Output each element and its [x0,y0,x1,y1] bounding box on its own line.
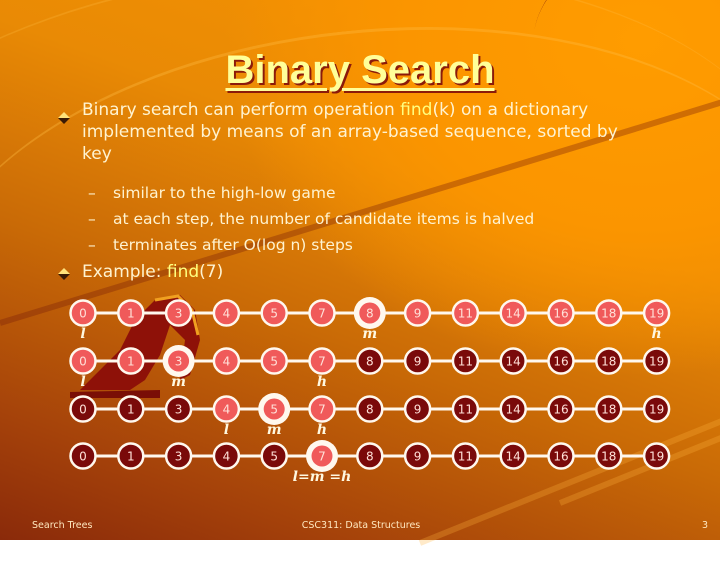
array-row: 0 1 3 4 5 7 8 9 11 14 16 18 19 l m h [69,345,671,390]
array-cell-value: 3 [175,403,183,417]
array-row: 0 1 3 4 5 7 8 9 11 14 16 18 19 l=m =h [69,440,671,485]
array-cell-value: 18 [601,355,616,369]
pointer-label: l [224,422,229,438]
array-cell-value: 14 [506,403,521,417]
array-cell-value: 7 [318,307,326,321]
array-cell-value: 18 [601,403,616,417]
array-cell-value: 9 [414,307,422,321]
array-row: 0 1 3 4 5 7 8 9 11 14 16 18 19 l m h [69,393,671,438]
array-cell-value: 8 [366,450,374,464]
footer-center: CSC311: Data Structures [301,520,421,531]
pointer-label: h [317,422,327,438]
array-cell-value: 1 [127,307,135,321]
array-cell-value: 4 [223,355,231,369]
array-cell-value: 3 [175,307,183,321]
array-cell-value: 11 [458,450,473,464]
array-cell-value: 4 [223,403,231,417]
binary-search-diagram: 0 1 3 4 5 7 8 9 11 14 16 18 19l m h0 1 3 4 5 7 8 9 11 14 16 18 19l… [69,297,671,485]
array-cell-value: 18 [601,307,616,321]
array-cell-value: 5 [270,403,278,417]
pointer-label: m [267,422,282,438]
pointer-label: m [362,326,377,342]
array-cell-value: 19 [649,307,664,321]
array-cell-value: 4 [223,307,231,321]
pointer-label: m [171,374,186,390]
array-cell-value: 5 [270,450,278,464]
pointer-label: h [652,326,662,342]
pointer-label: l [80,326,85,342]
array-cell-value: 19 [649,403,664,417]
array-cell-value: 16 [553,403,568,417]
array-cell-value: 14 [506,355,521,369]
array-cell-value: 9 [414,403,422,417]
array-cell-value: 9 [414,450,422,464]
array-cell-value: 9 [414,355,422,369]
array-cell-value: 5 [270,307,278,321]
array-cell-value: 8 [366,403,374,417]
array-cell-value: 0 [79,450,87,464]
page-number: 3 [701,520,708,531]
pointer-label: h [317,374,327,390]
array-cell-value: 7 [318,403,326,417]
array-cell-value: 1 [127,355,135,369]
array-cell-value: 16 [553,307,568,321]
array-cell-value: 7 [318,450,326,464]
array-cell-value: 3 [175,355,183,369]
array-cell-value: 8 [366,307,374,321]
array-cell-value: 1 [127,450,135,464]
array-row: 0 1 3 4 5 7 8 9 11 14 16 18 19 l m h [69,297,671,342]
array-cell-value: 16 [553,355,568,369]
pointer-label: l [80,374,85,390]
array-cell-value: 14 [506,450,521,464]
array-cell-value: 11 [458,355,473,369]
array-cell-value: 16 [553,450,568,464]
array-cell-value: 11 [458,403,473,417]
array-cell-value: 1 [127,403,135,417]
array-cell-value: 4 [223,450,231,464]
array-cell-value: 14 [506,307,521,321]
array-cell-value: 0 [79,355,87,369]
array-cell-value: 5 [270,355,278,369]
array-cell-value: 18 [601,450,616,464]
array-cell-value: 7 [318,355,326,369]
pointer-label: l=m =h [293,469,352,485]
array-cell-value: 11 [458,307,473,321]
array-cell-value: 19 [649,450,664,464]
array-cell-value: 0 [79,307,87,321]
array-cell-value: 19 [649,355,664,369]
array-cell-value: 0 [79,403,87,417]
array-cell-value: 8 [366,355,374,369]
array-cell-value: 3 [175,450,183,464]
